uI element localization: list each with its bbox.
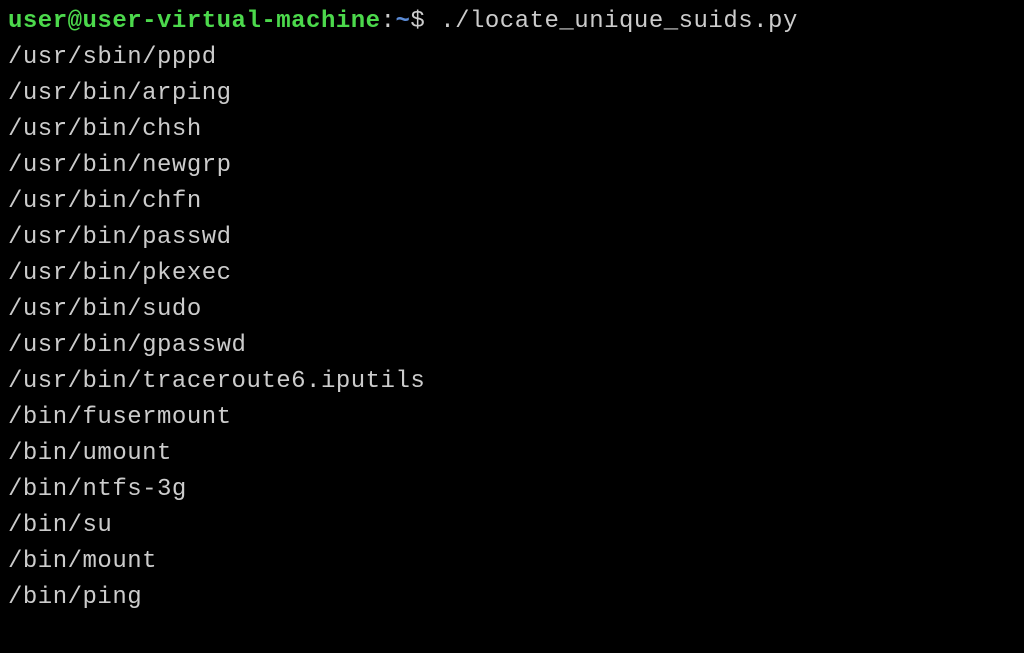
prompt-user-host: user@user-virtual-machine <box>8 8 381 35</box>
output-line: /bin/ntfs-3g <box>8 472 1016 508</box>
output-line: /usr/bin/sudo <box>8 292 1016 328</box>
output-line: /bin/su <box>8 508 1016 544</box>
output-line: /usr/bin/chsh <box>8 112 1016 148</box>
prompt-path: ~ <box>395 8 410 35</box>
output-line: /usr/bin/passwd <box>8 220 1016 256</box>
terminal-window[interactable]: user@user-virtual-machine:~$ ./locate_un… <box>8 4 1016 616</box>
output-line: /usr/sbin/pppd <box>8 40 1016 76</box>
command-text: ./locate_unique_suids.py <box>440 8 798 35</box>
output-line: /usr/bin/gpasswd <box>8 328 1016 364</box>
output-line: /bin/umount <box>8 436 1016 472</box>
output-line: /usr/bin/arping <box>8 76 1016 112</box>
output-line: /usr/bin/chfn <box>8 184 1016 220</box>
prompt-colon: : <box>381 8 396 35</box>
output-line: /usr/bin/traceroute6.iputils <box>8 364 1016 400</box>
output-line: /bin/mount <box>8 544 1016 580</box>
prompt-line: user@user-virtual-machine:~$ ./locate_un… <box>8 8 798 35</box>
output-line: /usr/bin/newgrp <box>8 148 1016 184</box>
output-line: /bin/ping <box>8 580 1016 616</box>
output-line: /bin/fusermount <box>8 400 1016 436</box>
prompt-dollar: $ <box>410 8 440 35</box>
output-line: /usr/bin/pkexec <box>8 256 1016 292</box>
